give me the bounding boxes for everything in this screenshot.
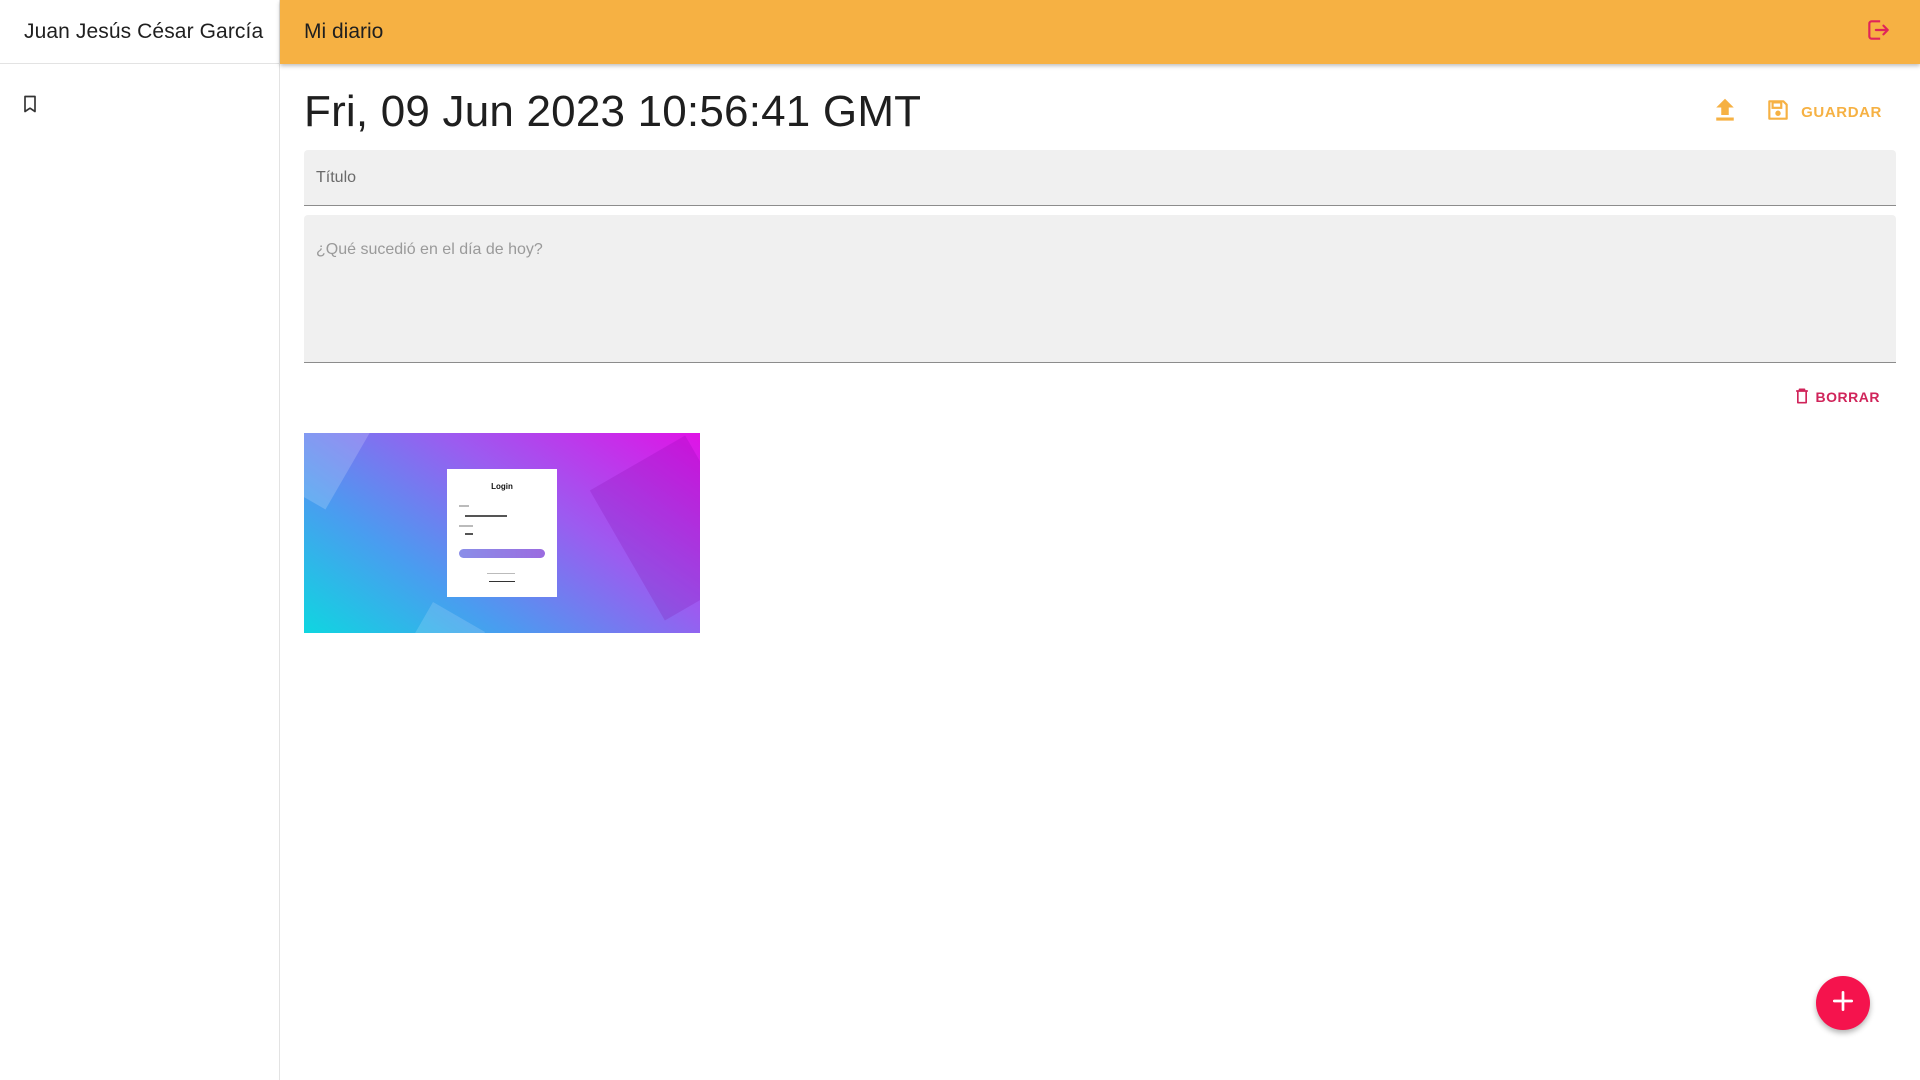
delete-button-label: BORRAR: [1815, 389, 1880, 405]
note-date: Fri, 09 Jun 2023 10:56:41 GMT: [304, 87, 922, 136]
sidebar: Juan Jesús César García: [0, 0, 280, 1080]
preview-line: [489, 581, 515, 582]
upload-icon: [1710, 95, 1740, 130]
background-shape: [403, 602, 485, 633]
upload-button[interactable]: [1701, 88, 1749, 136]
background-shape: [304, 433, 371, 510]
delete-button[interactable]: BORRAR: [1784, 380, 1888, 415]
save-icon: [1765, 97, 1791, 127]
preview-line: [459, 525, 473, 527]
save-button[interactable]: GUARDAR: [1757, 92, 1896, 132]
preview-line: [459, 505, 469, 507]
note-toolbar: Fri, 09 Jun 2023 10:56:41 GMT GUARDAR: [304, 64, 1896, 150]
body-textarea[interactable]: [304, 215, 1896, 362]
title-input[interactable]: [304, 150, 1896, 205]
preview-line: [465, 533, 473, 535]
save-button-label: GUARDAR: [1801, 103, 1882, 121]
delete-row: BORRAR: [304, 363, 1896, 431]
add-entry-button[interactable]: [1816, 976, 1870, 1030]
plus-icon: [1830, 988, 1856, 1019]
logout-icon: [1865, 17, 1891, 48]
login-card-title: Login: [491, 482, 513, 491]
preview-line: [465, 515, 507, 517]
body-field: [304, 215, 1896, 363]
image-gallery: Login: [304, 433, 1896, 633]
note-view: Fri, 09 Jun 2023 10:56:41 GMT GUARDAR BO…: [304, 64, 1896, 1080]
sidebar-item-entry[interactable]: [0, 82, 279, 130]
logout-button[interactable]: [1858, 12, 1898, 52]
bookmark-icon: [20, 94, 40, 119]
background-shape: [589, 435, 700, 621]
app-title: Mi diario: [304, 20, 384, 43]
login-card-preview: Login: [447, 469, 557, 597]
preview-line: [487, 573, 515, 574]
title-field: [304, 150, 1896, 206]
sidebar-list: [0, 64, 279, 130]
preview-button: [459, 549, 545, 558]
sidebar-user-name: Juan Jesús César García: [0, 0, 279, 64]
app-bar: Mi diario: [280, 0, 1920, 64]
image-thumbnail[interactable]: Login: [304, 433, 700, 633]
trash-icon: [1792, 386, 1812, 409]
